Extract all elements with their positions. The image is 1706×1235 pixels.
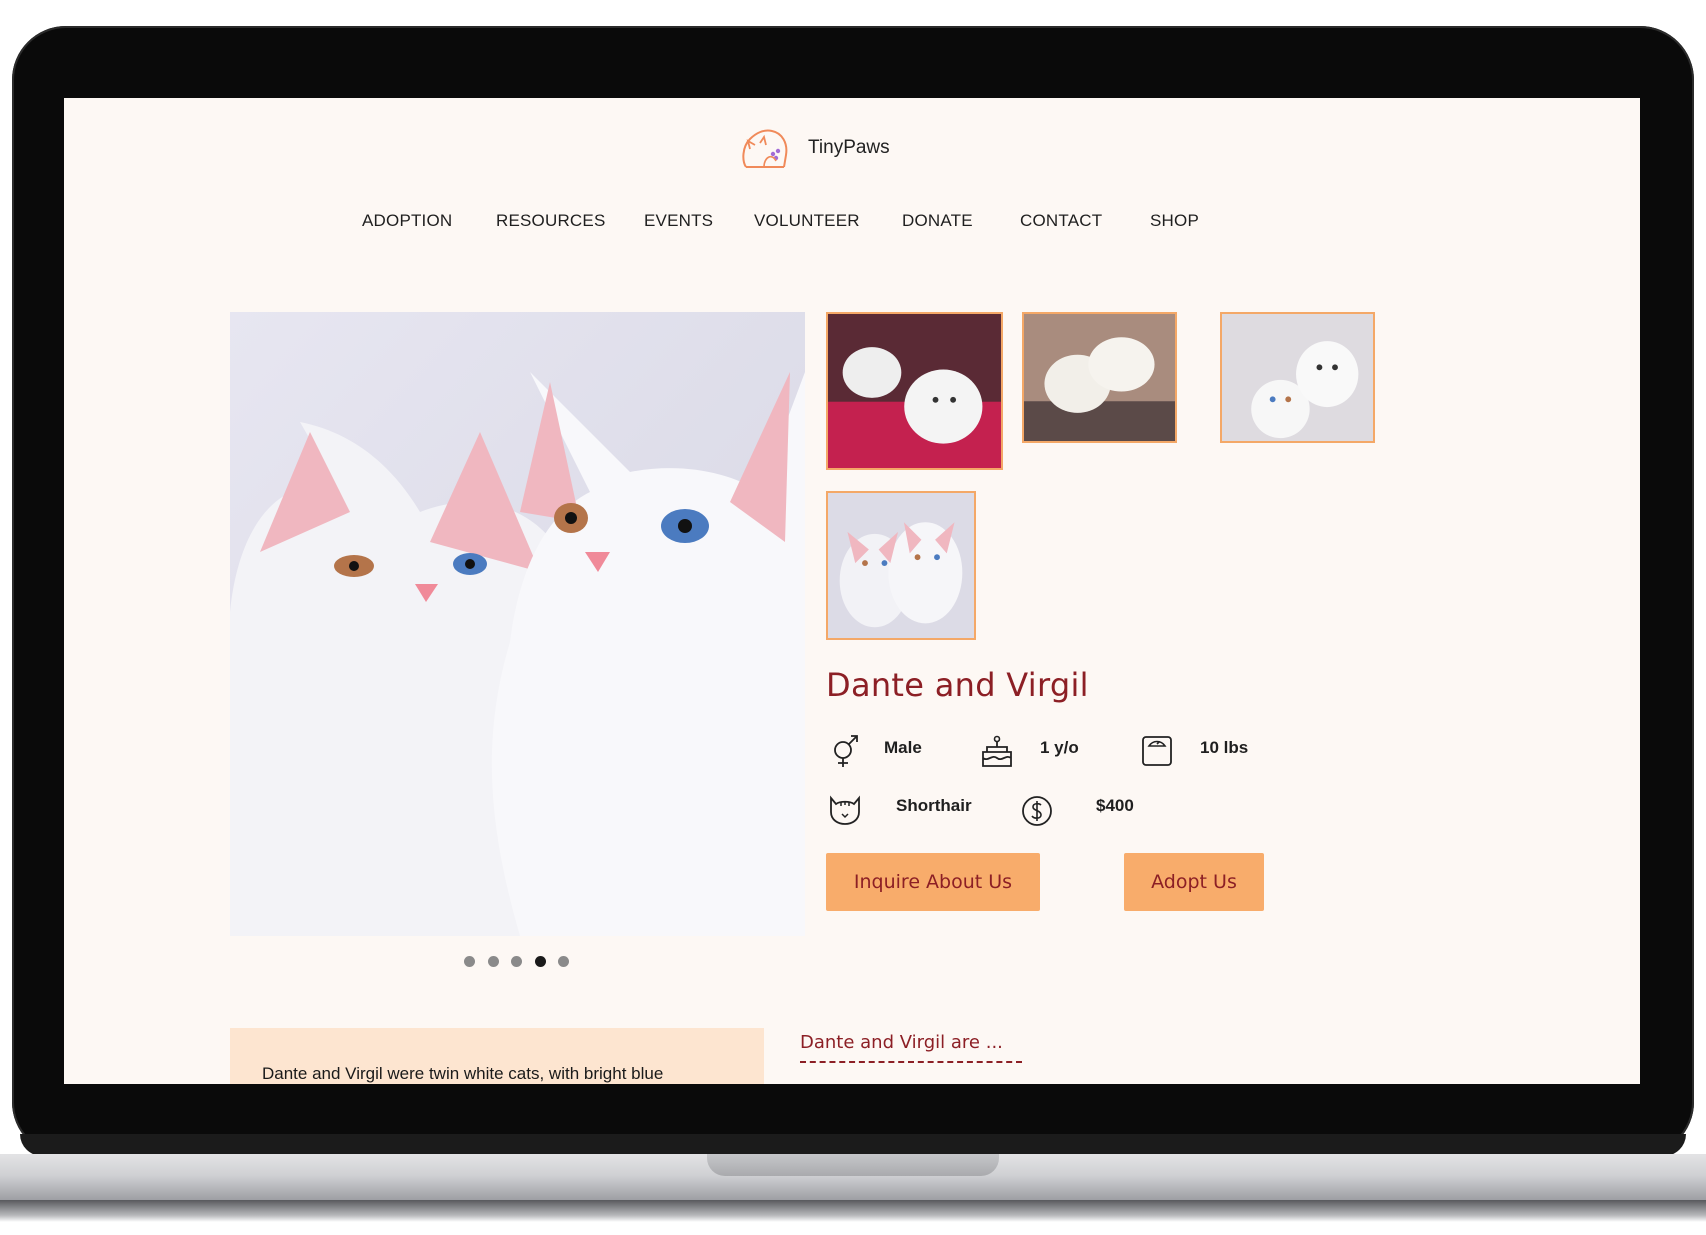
laptop-hinge	[707, 1154, 999, 1176]
gender-icon	[834, 735, 858, 767]
thumbnail-photo-1[interactable]	[826, 312, 1003, 470]
adopt-button[interactable]: Adopt Us	[1124, 853, 1264, 911]
price-value: $400	[1096, 796, 1134, 815]
cat-logo-icon[interactable]	[736, 121, 794, 173]
age-value: 1 y/o	[1040, 738, 1079, 757]
laptop-base-shadow	[0, 1200, 1706, 1222]
nav-item-shop[interactable]: SHOP	[1150, 211, 1199, 231]
about-heading-underline	[800, 1061, 1022, 1063]
nav-item-adoption[interactable]: ADOPTION	[362, 211, 452, 231]
brand-name[interactable]: TinyPaws	[808, 137, 890, 159]
carousel-dot[interactable]	[464, 956, 475, 967]
thumbnail-photo-4[interactable]	[826, 491, 976, 640]
gender-value: Male	[884, 738, 922, 757]
thumbnail-photo-2[interactable]	[1022, 312, 1177, 443]
coat-value: Shorthair	[896, 796, 972, 815]
browser-screen: TinyPaws ADOPTION RESOURCES EVENTS VOLUN…	[64, 98, 1640, 1084]
carousel-dot[interactable]	[488, 956, 499, 967]
scale-icon	[1142, 736, 1172, 766]
cake-icon	[982, 735, 1012, 767]
nav-item-contact[interactable]: CONTACT	[1020, 211, 1102, 231]
inquire-button[interactable]: Inquire About Us	[826, 853, 1040, 911]
thumbnail-photo-3[interactable]	[1220, 312, 1375, 443]
description-text: Dante and Virgil were twin white cats, w…	[262, 1064, 664, 1083]
about-heading: Dante and Virgil are ...	[800, 1032, 1003, 1053]
carousel-dot-active[interactable]	[535, 956, 546, 967]
carousel-dot[interactable]	[558, 956, 569, 967]
weight-value: 10 lbs	[1200, 738, 1249, 757]
nav-item-volunteer[interactable]: VOLUNTEER	[754, 211, 860, 231]
cat-face-icon	[830, 795, 860, 825]
description-box: Dante and Virgil were twin white cats, w…	[230, 1028, 764, 1084]
nav-item-donate[interactable]: DONATE	[902, 211, 973, 231]
nav-item-events[interactable]: EVENTS	[644, 211, 713, 231]
carousel-dot[interactable]	[511, 956, 522, 967]
main-cat-photo[interactable]	[230, 312, 805, 936]
pet-name-heading: Dante and Virgil	[826, 666, 1089, 704]
nav-item-resources[interactable]: RESOURCES	[496, 211, 606, 231]
dollar-icon	[1022, 796, 1052, 826]
